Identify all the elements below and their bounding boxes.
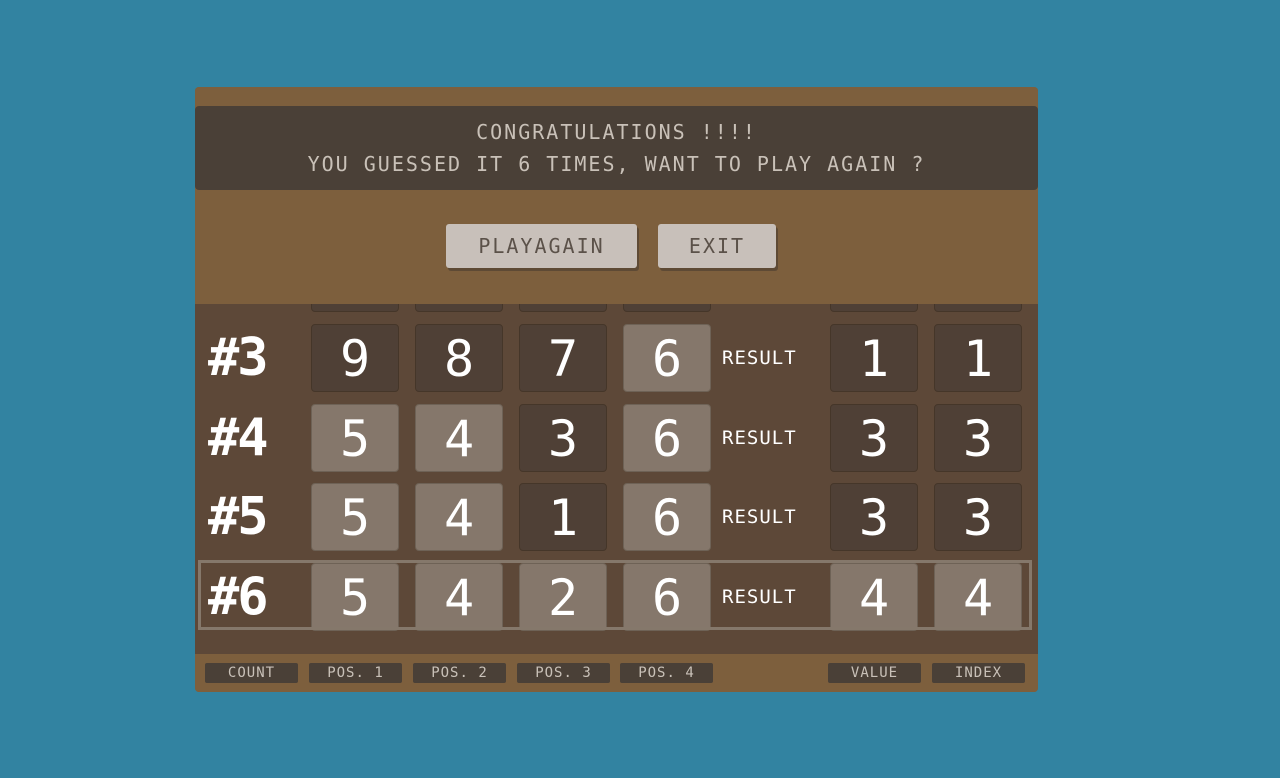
- game-panel: CONGRATULATIONS !!!! YOU GUESSED IT 6 TI…: [195, 87, 1038, 692]
- current-row-highlight: [198, 560, 1032, 630]
- pos-3-column-label: POS. 3: [517, 663, 610, 683]
- pos-4-cell: 6: [623, 483, 711, 551]
- pos-2-cell: 4: [415, 483, 503, 551]
- result-label: RESULT: [722, 506, 797, 528]
- pos-2-column-label: POS. 2: [413, 663, 506, 683]
- pos-4-column-label: POS. 4: [620, 663, 713, 683]
- guess-board: #3 9 8 7 6 RESULT 1 1 #4 5 4 3 6 RESULT …: [195, 304, 1038, 654]
- pos-2-cell: 4: [415, 404, 503, 472]
- pos-1-cell: 9: [311, 324, 399, 392]
- message-banner: CONGRATULATIONS !!!! YOU GUESSED IT 6 TI…: [195, 106, 1038, 190]
- value-cell: 1: [830, 324, 918, 392]
- guess-row: #5 5 4 1 6 RESULT 3 3: [195, 482, 1038, 552]
- pos-2-cell: 8: [415, 324, 503, 392]
- row-count: #3: [208, 328, 269, 388]
- result-label: RESULT: [722, 427, 797, 449]
- pos-1-cell: 5: [311, 404, 399, 472]
- pos-3-cell: 7: [519, 324, 607, 392]
- result-label: RESULT: [722, 347, 797, 369]
- play-again-prompt: YOU GUESSED IT 6 TIMES, WANT TO PLAY AGA…: [307, 152, 926, 176]
- column-labels: COUNT POS. 1 POS. 2 POS. 3 POS. 4 VALUE …: [195, 654, 1038, 692]
- pos-1-column-label: POS. 1: [309, 663, 402, 683]
- hidden-cell: [934, 304, 1022, 312]
- hidden-cell: [519, 304, 607, 312]
- pos-4-cell: 6: [623, 324, 711, 392]
- value-cell: 3: [830, 404, 918, 472]
- value-column-label: VALUE: [828, 663, 921, 683]
- row-count: #5: [208, 487, 269, 547]
- guess-row: #3 9 8 7 6 RESULT 1 1: [195, 323, 1038, 393]
- play-again-button[interactable]: PLAYAGAIN: [446, 224, 637, 268]
- hidden-cell: [311, 304, 399, 312]
- congratulations-text: CONGRATULATIONS !!!!: [476, 120, 757, 144]
- hidden-cell: [623, 304, 711, 312]
- value-cell: 3: [830, 483, 918, 551]
- pos-4-cell: 6: [623, 404, 711, 472]
- index-column-label: INDEX: [932, 663, 1025, 683]
- index-cell: 3: [934, 404, 1022, 472]
- index-cell: 1: [934, 324, 1022, 392]
- hidden-cell: [830, 304, 918, 312]
- guess-row: #4 5 4 3 6 RESULT 3 3: [195, 403, 1038, 473]
- panel-top-strip: [195, 87, 1038, 105]
- count-column-label: COUNT: [205, 663, 298, 683]
- pos-3-cell: 3: [519, 404, 607, 472]
- index-cell: 3: [934, 483, 1022, 551]
- hidden-cell: [415, 304, 503, 312]
- exit-button[interactable]: EXIT: [658, 224, 776, 268]
- row-count: #4: [208, 408, 269, 468]
- pos-1-cell: 5: [311, 483, 399, 551]
- pos-3-cell: 1: [519, 483, 607, 551]
